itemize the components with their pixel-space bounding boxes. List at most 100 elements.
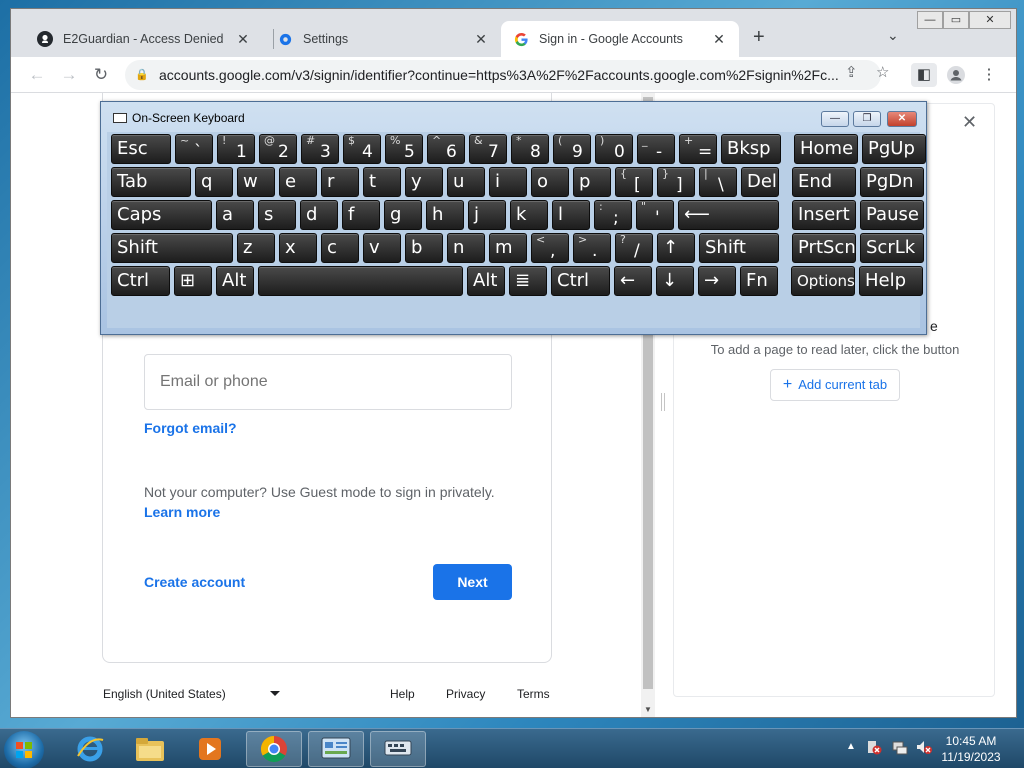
key-symbol[interactable]: ≣ — [509, 266, 547, 296]
show-hidden-icons-icon[interactable]: ▲ — [846, 741, 856, 752]
key-options[interactable]: Options — [791, 266, 855, 296]
key-bksp[interactable]: Bksp — [721, 134, 781, 164]
key-symbol[interactable]: ⟵ — [678, 200, 779, 230]
back-icon[interactable]: ← — [25, 63, 49, 87]
key-y[interactable]: y — [405, 167, 443, 197]
key-6[interactable]: ^ 6 — [427, 134, 465, 164]
key-symbol[interactable]: ↓ — [656, 266, 694, 296]
key-alt[interactable]: Alt — [216, 266, 254, 296]
key-insert[interactable]: Insert — [792, 200, 856, 230]
key-k[interactable]: k — [510, 200, 548, 230]
key-4[interactable]: $4 — [343, 134, 381, 164]
key-end[interactable]: End — [792, 167, 856, 197]
key-pgup[interactable]: PgUp — [862, 134, 926, 164]
key-home[interactable]: Home — [794, 134, 858, 164]
key-symbol[interactable]: ~ ` — [175, 134, 213, 164]
key-h[interactable]: h — [426, 200, 464, 230]
email-field[interactable] — [144, 354, 512, 410]
key-help[interactable]: Help — [859, 266, 923, 296]
language-select[interactable]: English (United States) — [103, 687, 226, 701]
tab-search-icon[interactable]: ⌄ — [887, 27, 899, 44]
network-icon[interactable] — [892, 739, 908, 758]
key-pause[interactable]: Pause — [860, 200, 924, 230]
help-link[interactable]: Help — [390, 687, 415, 701]
osk-minimize-icon[interactable]: — — [821, 111, 849, 127]
key-del[interactable]: Del — [741, 167, 779, 197]
tab-google-signin[interactable]: Sign in - Google Accounts ✕ — [501, 21, 739, 57]
learn-more-link[interactable]: Learn more — [144, 504, 220, 520]
scroll-down-icon[interactable]: ▼ — [644, 705, 652, 714]
key-symbol[interactable]: → — [698, 266, 736, 296]
tab-e2guardian[interactable]: E2Guardian - Access Denied ✕ — [25, 21, 263, 57]
close-window-icon[interactable]: ✕ — [969, 11, 1011, 29]
key-n[interactable]: n — [447, 233, 485, 263]
key-1[interactable]: ! 1 — [217, 134, 255, 164]
volume-muted-icon[interactable] — [916, 739, 932, 758]
key-8[interactable]: * 8 — [511, 134, 549, 164]
key-f[interactable]: f — [342, 200, 380, 230]
bookmark-star-icon[interactable]: ☆ — [876, 63, 889, 81]
close-icon[interactable]: ✕ — [962, 112, 977, 133]
key-r[interactable]: r — [321, 167, 359, 197]
internet-explorer-icon[interactable] — [62, 731, 118, 767]
key-g[interactable]: g — [384, 200, 422, 230]
key-w[interactable]: w — [237, 167, 275, 197]
on-screen-keyboard-taskbar-icon[interactable] — [370, 731, 426, 767]
key-t[interactable]: t — [363, 167, 401, 197]
close-tab-icon[interactable]: ✕ — [235, 31, 251, 47]
key-2[interactable]: @2 — [259, 134, 297, 164]
chevron-down-icon[interactable] — [270, 691, 280, 696]
key-s[interactable]: s — [258, 200, 296, 230]
minimize-icon[interactable]: — — [917, 11, 943, 29]
privacy-link[interactable]: Privacy — [446, 687, 485, 701]
terms-link[interactable]: Terms — [517, 687, 550, 701]
key-shift[interactable]: Shift — [111, 233, 233, 263]
key-m[interactable]: m — [489, 233, 527, 263]
key-esc[interactable]: Esc — [111, 134, 171, 164]
key-symbol[interactable]: {[ — [615, 167, 653, 197]
action-center-icon[interactable] — [866, 739, 882, 758]
key-7[interactable]: & 7 — [469, 134, 507, 164]
key-9[interactable]: (9 — [553, 134, 591, 164]
key-u[interactable]: u — [447, 167, 485, 197]
new-tab-icon[interactable]: + — [753, 27, 765, 47]
control-panel-icon[interactable] — [308, 731, 364, 767]
key-e[interactable]: e — [279, 167, 317, 197]
key-symbol[interactable]: + = — [679, 134, 717, 164]
key-fn[interactable]: Fn — [740, 266, 778, 296]
create-account-button[interactable]: Create account — [144, 574, 245, 590]
close-tab-icon[interactable]: ✕ — [473, 31, 489, 47]
osk-restore-icon[interactable]: ❐ — [853, 111, 881, 127]
start-button[interactable] — [4, 731, 44, 768]
key-symbol[interactable]: _ - — [637, 134, 675, 164]
clock[interactable]: 10:45 AM 11/19/2023 — [936, 733, 1006, 765]
next-button[interactable]: Next — [433, 564, 512, 600]
side-panel-icon[interactable]: ◧ — [911, 63, 937, 87]
key-symbol[interactable]: ← — [614, 266, 652, 296]
panel-resize-handle[interactable] — [661, 393, 665, 411]
key-3[interactable]: #3 — [301, 134, 339, 164]
key-symbol[interactable]: " ' — [636, 200, 674, 230]
tab-settings[interactable]: Settings ✕ — [265, 21, 501, 57]
key-c[interactable]: c — [321, 233, 359, 263]
key-ctrl[interactable]: Ctrl — [111, 266, 170, 296]
key-symbol[interactable]: <, — [531, 233, 569, 263]
forgot-email-link[interactable]: Forgot email? — [144, 420, 237, 436]
key-caps[interactable]: Caps — [111, 200, 212, 230]
key-v[interactable]: v — [363, 233, 401, 263]
key-tab[interactable]: Tab — [111, 167, 191, 197]
address-bar[interactable]: 🔒 accounts.google.com/v3/signin/identifi… — [125, 60, 881, 90]
key-x[interactable]: x — [279, 233, 317, 263]
media-player-icon[interactable] — [182, 731, 238, 767]
forward-icon[interactable]: → — [57, 63, 81, 87]
share-icon[interactable]: ⇪ — [845, 63, 858, 81]
maximize-icon[interactable]: ▭ — [943, 11, 969, 29]
key-j[interactable]: j — [468, 200, 506, 230]
key-5[interactable]: % 5 — [385, 134, 423, 164]
profile-icon[interactable] — [943, 63, 969, 87]
key-symbol[interactable]: ⊞ — [174, 266, 212, 296]
key-i[interactable]: i — [489, 167, 527, 197]
file-explorer-icon[interactable] — [122, 731, 178, 767]
close-tab-icon[interactable]: ✕ — [711, 31, 727, 47]
key-symbol[interactable]: >. — [573, 233, 611, 263]
